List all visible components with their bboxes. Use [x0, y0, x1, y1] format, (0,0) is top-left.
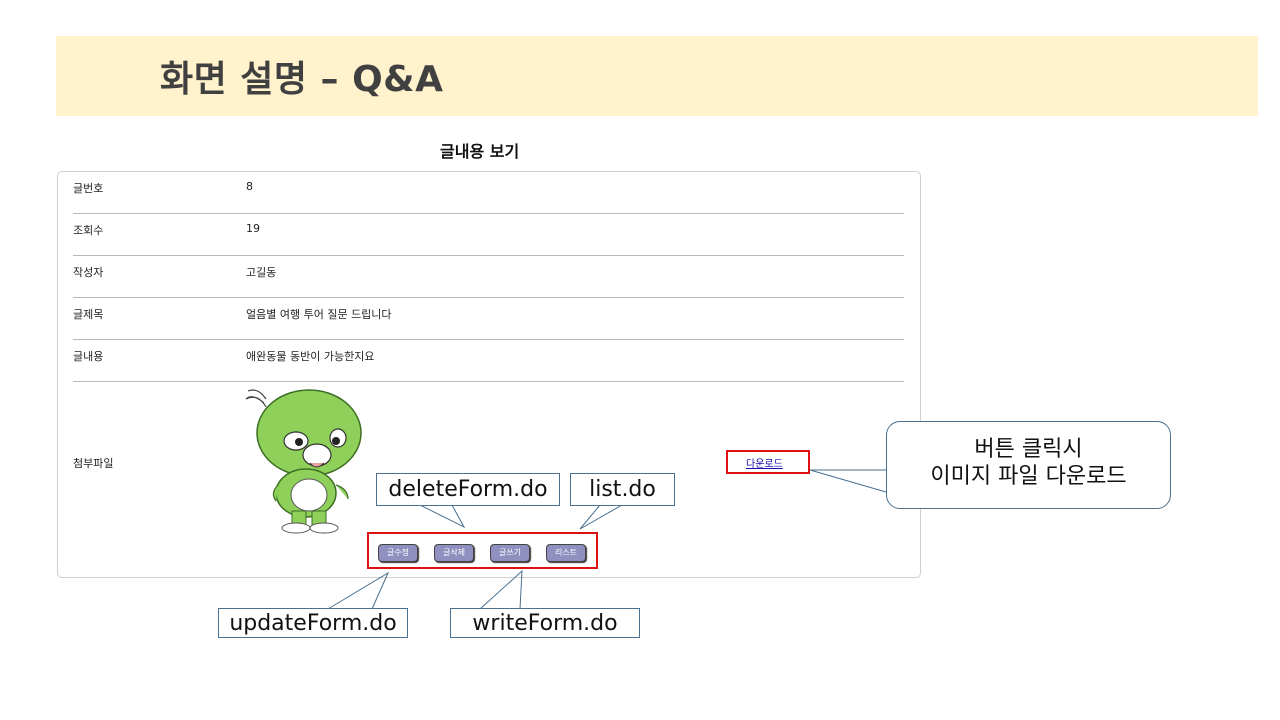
delete-callout: deleteForm.do [376, 473, 560, 506]
download-callout: 버튼 클릭시 이미지 파일 다운로드 [886, 421, 1171, 509]
callout-pointers [327, 469, 887, 610]
download-callout-line1: 버튼 클릭시 [974, 437, 1083, 462]
download-callout-line2: 이미지 파일 다운로드 [930, 464, 1127, 489]
list-callout: list.do [570, 473, 675, 506]
update-callout: updateForm.do [218, 608, 408, 638]
write-callout: writeForm.do [450, 608, 640, 638]
